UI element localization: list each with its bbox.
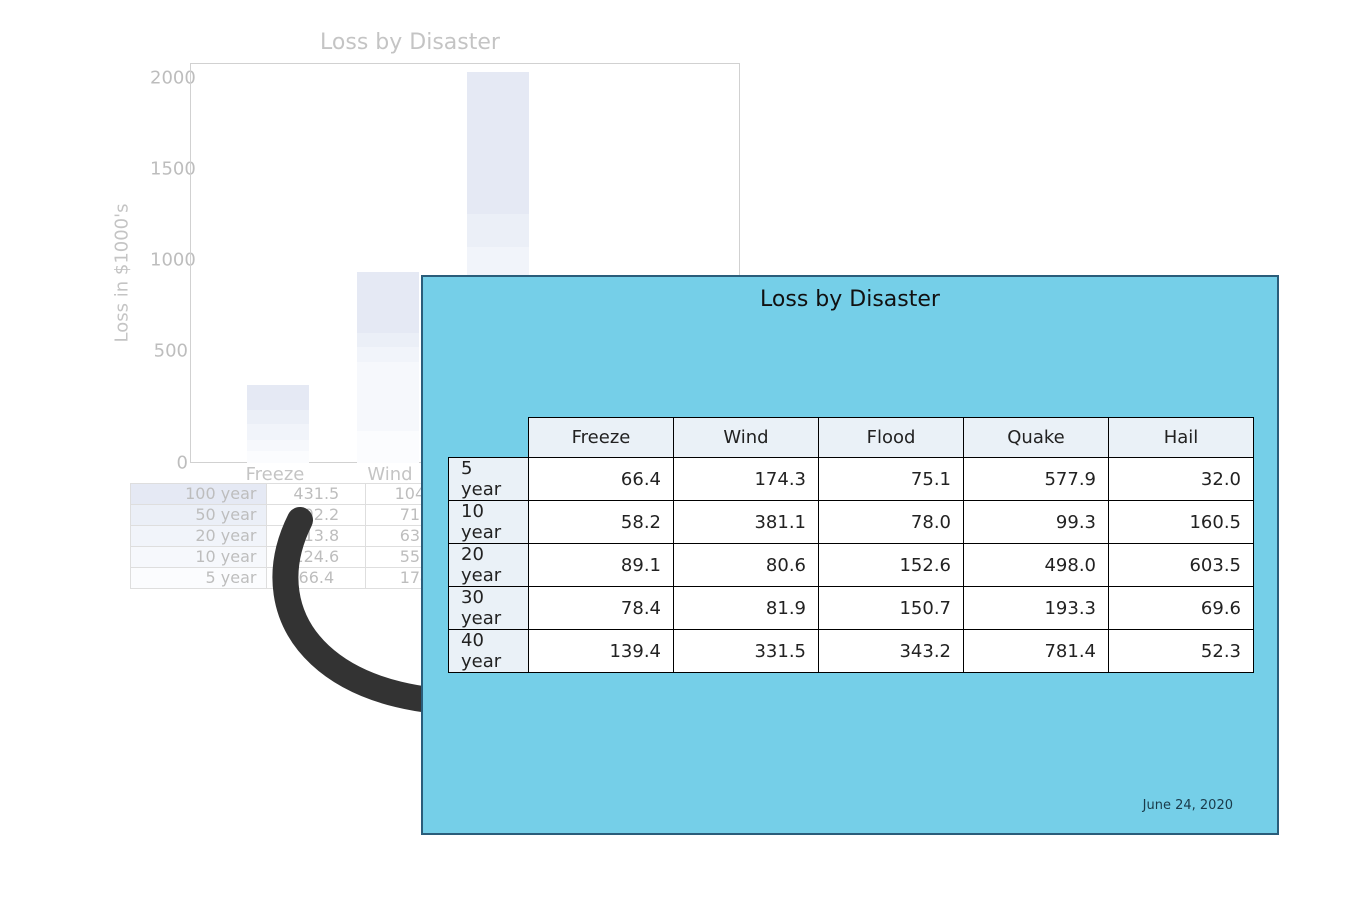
table-row: 40 year 139.4 331.5 343.2 781.4 52.3 (449, 630, 1254, 673)
x-tick-freeze: Freeze (246, 464, 305, 485)
cell: 193.3 (964, 587, 1109, 630)
cell: 331.5 (674, 630, 819, 673)
footer-date: June 24, 2020 (1143, 798, 1233, 813)
cell: 89.1 (529, 544, 674, 587)
x-tick-wind: Wind (367, 464, 412, 485)
corner-cell (449, 418, 529, 458)
cell: 431.5 (267, 484, 366, 505)
col-header: Freeze (529, 418, 674, 458)
cell: 78.4 (529, 587, 674, 630)
row-header: 10 year (449, 501, 529, 544)
y-tick: 500 (150, 341, 188, 362)
row-header: 40 year (449, 630, 529, 673)
cell: 58.2 (529, 501, 674, 544)
col-header: Wind (674, 418, 819, 458)
cell: 174.3 (674, 458, 819, 501)
bar-seg-10yr (247, 440, 309, 451)
col-header: Hail (1109, 418, 1254, 458)
table-row: 30 year 78.4 81.9 150.7 193.3 69.6 (449, 587, 1254, 630)
cell: 99.3 (964, 501, 1109, 544)
bar-seg-100yr (467, 72, 529, 214)
loss-table: Freeze Wind Flood Quake Hail 5 year 66.4… (448, 417, 1254, 673)
row-header: 100 year (131, 484, 267, 505)
col-header: Flood (819, 418, 964, 458)
cell: 81.9 (674, 587, 819, 630)
y-axis-label: Loss in $1000's (112, 204, 133, 343)
cell: 150.7 (819, 587, 964, 630)
cell: 52.3 (1109, 630, 1254, 673)
cell: 577.9 (964, 458, 1109, 501)
bar-seg-100yr (247, 385, 309, 410)
table-title: Loss by Disaster (423, 287, 1277, 312)
chart-title: Loss by Disaster (70, 30, 750, 55)
cell: 66.4 (267, 568, 366, 589)
cell: 66.4 (529, 458, 674, 501)
cell: 124.6 (267, 547, 366, 568)
table-header-row: Freeze Wind Flood Quake Hail (449, 418, 1254, 458)
bar-wind (357, 272, 419, 463)
bar-seg-20yr (247, 424, 309, 440)
cell: 32.0 (1109, 458, 1254, 501)
row-header: 30 year (449, 587, 529, 630)
popout-table-panel: Loss by Disaster Freeze Wind Flood Quake… (421, 275, 1279, 835)
y-tick: 0 (150, 453, 188, 474)
bar-seg-50yr (467, 214, 529, 247)
cell: 75.1 (819, 458, 964, 501)
table-row: 10 year 58.2 381.1 78.0 99.3 160.5 (449, 501, 1254, 544)
bar-seg-10yr (357, 362, 419, 431)
cell: 152.6 (819, 544, 964, 587)
cell: 603.5 (1109, 544, 1254, 587)
cell: 781.4 (964, 630, 1109, 673)
cell: 69.6 (1109, 587, 1254, 630)
cell: 80.6 (674, 544, 819, 587)
cell: 292.2 (267, 505, 366, 526)
row-header: 20 year (449, 544, 529, 587)
y-tick: 2000 (150, 68, 188, 89)
bar-freeze (247, 385, 309, 463)
table-row: 20 year 89.1 80.6 152.6 498.0 603.5 (449, 544, 1254, 587)
bar-seg-100yr (357, 272, 419, 332)
big-table-wrap: Freeze Wind Flood Quake Hail 5 year 66.4… (448, 417, 1254, 673)
cell: 381.1 (674, 501, 819, 544)
table-row: 5 year 66.4 174.3 75.1 577.9 32.0 (449, 458, 1254, 501)
y-tick: 1000 (150, 250, 188, 271)
col-header: Quake (964, 418, 1109, 458)
cell: 160.5 (1109, 501, 1254, 544)
cell: 213.8 (267, 526, 366, 547)
y-tick: 1500 (150, 159, 188, 180)
bar-seg-20yr (357, 347, 419, 362)
row-header: 10 year (131, 547, 267, 568)
bar-seg-5yr (357, 431, 419, 463)
row-header: 20 year (131, 526, 267, 547)
row-header: 50 year (131, 505, 267, 526)
cell: 139.4 (529, 630, 674, 673)
cell: 343.2 (819, 630, 964, 673)
bar-seg-50yr (357, 333, 419, 348)
cell: 498.0 (964, 544, 1109, 587)
bar-seg-5yr (247, 451, 309, 463)
row-header: 5 year (449, 458, 529, 501)
bar-seg-50yr (247, 410, 309, 424)
row-header: 5 year (131, 568, 267, 589)
cell: 78.0 (819, 501, 964, 544)
figure-canvas: Loss by Disaster Loss in $1000's 0 500 1… (0, 0, 1350, 914)
